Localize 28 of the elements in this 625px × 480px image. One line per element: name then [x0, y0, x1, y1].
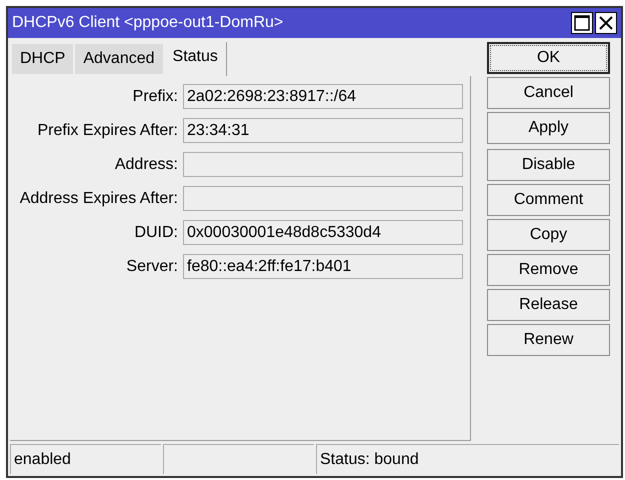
dialog-button[interactable]: Comment	[487, 184, 610, 216]
dialog-button[interactable]: Apply	[487, 112, 610, 144]
dialog-button[interactable]: OK	[487, 42, 610, 74]
field-label: Server:	[125, 258, 178, 276]
dialog-button[interactable]: Remove	[487, 254, 610, 286]
text-field[interactable]: 0x00030001e48d8c5330d4	[183, 220, 463, 245]
status-text: Status: bound	[316, 444, 619, 474]
tab[interactable]: DHCP	[12, 44, 74, 74]
status-text: enabled	[10, 444, 161, 474]
field-label: Address Expires After:	[18, 190, 178, 208]
text-field[interactable]	[183, 152, 463, 177]
dialog-button[interactable]: Cancel	[487, 77, 610, 109]
field-label: Prefix Expires After:	[36, 122, 178, 140]
dialog-button[interactable]: Copy	[487, 219, 610, 251]
dialog-button[interactable]: Disable	[487, 149, 610, 181]
maximize-icon[interactable]	[571, 12, 593, 34]
text-field[interactable]: 2a02:2698:23:8917::/64	[183, 84, 463, 109]
text-field[interactable]: fe80::ea4:2ff:fe17:b401	[183, 254, 463, 279]
dialog-button[interactable]: Release	[487, 289, 610, 321]
field-label: Address:	[114, 156, 178, 174]
text-field[interactable]	[183, 186, 463, 211]
close-icon[interactable]	[595, 12, 617, 34]
field-label: Prefix:	[132, 88, 178, 106]
dialog-button[interactable]: Renew	[487, 324, 610, 356]
text-field[interactable]: 23:34:31	[183, 118, 463, 143]
tab[interactable]: Advanced	[75, 44, 163, 74]
window-title: DHCPv6 Client <pppoe-out1-DomRu>	[12, 14, 284, 32]
field-label: DUID:	[133, 224, 178, 242]
